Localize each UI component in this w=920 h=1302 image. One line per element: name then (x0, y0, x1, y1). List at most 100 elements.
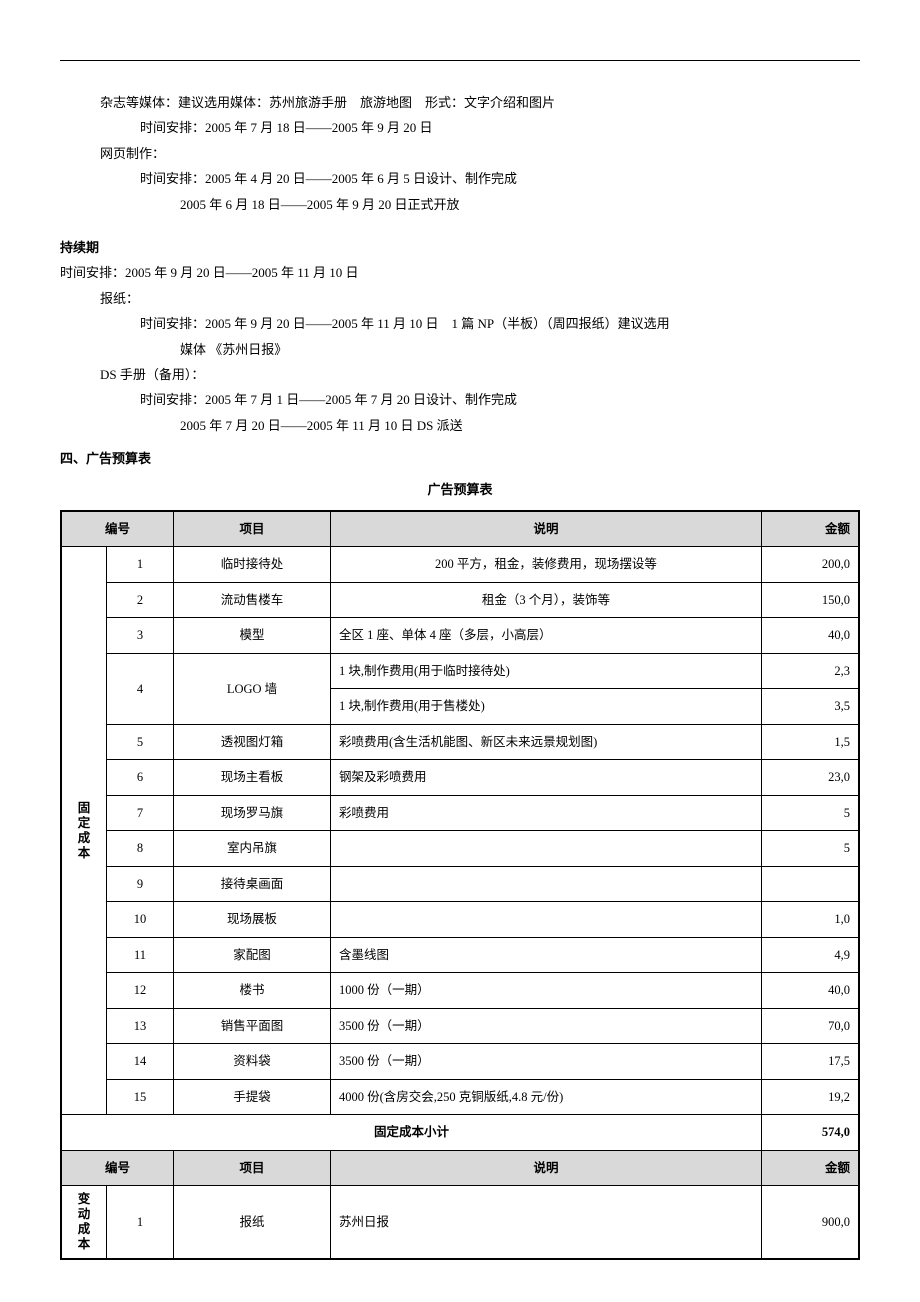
heading-sustain: 持续期 (60, 236, 860, 259)
text-line: 时间安排：2005 年 7 月 1 日——2005 年 7 月 20 日设计、制… (60, 388, 860, 411)
cell-item: 手提袋 (174, 1079, 331, 1115)
cell-amt: 1,5 (762, 724, 860, 760)
cell-id: 5 (107, 724, 174, 760)
cell-id: 11 (107, 937, 174, 973)
budget-table: 编号 项目 说明 金额 固定成本1临时接待处200 平方，租金，装修费用，现场摆… (60, 510, 860, 1261)
horizontal-rule (60, 60, 860, 61)
table-row: 10现场展板1,0 (61, 902, 859, 938)
table-title: 广告预算表 (60, 478, 860, 501)
cell-desc: 苏州日报 (331, 1186, 762, 1260)
cell-desc: 1 块,制作费用(用于售楼处) (331, 689, 762, 725)
cell-id: 6 (107, 760, 174, 796)
text-line: 时间安排：2005 年 9 月 20 日——2005 年 11 月 10 日 (60, 261, 860, 284)
cell-desc: 钢架及彩喷费用 (331, 760, 762, 796)
cell-item: 销售平面图 (174, 1008, 331, 1044)
cell-id: 1 (107, 547, 174, 583)
cell-desc (331, 866, 762, 902)
table-row: 11家配图含墨线图4,9 (61, 937, 859, 973)
cell-item: 透视图灯箱 (174, 724, 331, 760)
cell-item: 现场主看板 (174, 760, 331, 796)
text-line: 时间安排：2005 年 7 月 18 日——2005 年 9 月 20 日 (60, 116, 860, 139)
cell-amt: 70,0 (762, 1008, 860, 1044)
cell-desc: 含墨线图 (331, 937, 762, 973)
cell-amt: 2,3 (762, 653, 860, 689)
th-desc: 说明 (331, 511, 762, 547)
text-line: DS 手册（备用）： (60, 363, 860, 386)
cell-item: 现场罗马旗 (174, 795, 331, 831)
cell-item: 楼书 (174, 973, 331, 1009)
text-line: 媒体 《苏州日报》 (60, 338, 860, 361)
table-header-row-2: 编号 项目 说明 金额 (61, 1150, 859, 1186)
fixed-subtotal-label: 固定成本小计 (61, 1115, 762, 1151)
text-line: 网页制作： (60, 142, 860, 165)
cell-desc (331, 902, 762, 938)
cell-desc: 租金（3 个月），装饰等 (331, 582, 762, 618)
table-row: 7现场罗马旗彩喷费用5 (61, 795, 859, 831)
cell-amt: 40,0 (762, 973, 860, 1009)
cell-amt: 40,0 (762, 618, 860, 654)
cell-item: 室内吊旗 (174, 831, 331, 867)
cell-id: 13 (107, 1008, 174, 1044)
section-4-title: 四、广告预算表 (60, 447, 860, 470)
cell-id: 15 (107, 1079, 174, 1115)
th-item-2: 项目 (174, 1150, 331, 1186)
table-row: 固定成本1临时接待处200 平方，租金，装修费用，现场摆设等200,0 (61, 547, 859, 583)
cell-desc: 彩喷费用 (331, 795, 762, 831)
cell-item: 临时接待处 (174, 547, 331, 583)
table-row: 2流动售楼车租金（3 个月），装饰等150,0 (61, 582, 859, 618)
cell-id: 4 (107, 653, 174, 724)
cell-id: 1 (107, 1186, 174, 1260)
cell-id: 12 (107, 973, 174, 1009)
cell-amt: 5 (762, 831, 860, 867)
table-row: 9接待桌画面 (61, 866, 859, 902)
th-desc-2: 说明 (331, 1150, 762, 1186)
th-id: 编号 (61, 511, 174, 547)
cell-item: 流动售楼车 (174, 582, 331, 618)
cell-item: 接待桌画面 (174, 866, 331, 902)
cell-id: 3 (107, 618, 174, 654)
text-line: 时间安排：2005 年 4 月 20 日——2005 年 6 月 5 日设计、制… (60, 167, 860, 190)
table-row: 8室内吊旗 5 (61, 831, 859, 867)
cell-amt: 4,9 (762, 937, 860, 973)
cell-amt: 900,0 (762, 1186, 860, 1260)
table-header-row: 编号 项目 说明 金额 (61, 511, 859, 547)
cell-item: LOGO 墙 (174, 653, 331, 724)
cell-desc: 3500 份（一期） (331, 1044, 762, 1080)
table-row: 12楼书1000 份（一期）40,0 (61, 973, 859, 1009)
table-row: 6现场主看板钢架及彩喷费用23,0 (61, 760, 859, 796)
cell-item: 家配图 (174, 937, 331, 973)
table-row: 14资料袋3500 份（一期）17,5 (61, 1044, 859, 1080)
text-line: 杂志等媒体：建议选用媒体：苏州旅游手册 旅游地图 形式：文字介绍和图片 (60, 91, 860, 114)
cell-desc: 200 平方，租金，装修费用，现场摆设等 (331, 547, 762, 583)
cell-id: 7 (107, 795, 174, 831)
text-line: 报纸： (60, 287, 860, 310)
cell-id: 8 (107, 831, 174, 867)
th-amt-2: 金额 (762, 1150, 860, 1186)
cell-id: 2 (107, 582, 174, 618)
cell-item: 模型 (174, 618, 331, 654)
cell-amt: 3,5 (762, 689, 860, 725)
cell-id: 10 (107, 902, 174, 938)
cell-desc: 1000 份（一期） (331, 973, 762, 1009)
cell-amt: 150,0 (762, 582, 860, 618)
fixed-subtotal-amt: 574,0 (762, 1115, 860, 1151)
cell-desc: 1 块,制作费用(用于临时接待处) (331, 653, 762, 689)
text-line: 2005 年 6 月 18 日——2005 年 9 月 20 日正式开放 (60, 193, 860, 216)
cell-amt (762, 866, 860, 902)
cell-item: 现场展板 (174, 902, 331, 938)
th-item: 项目 (174, 511, 331, 547)
table-row: 3模型全区 1 座、单体 4 座（多层，小高层）40,0 (61, 618, 859, 654)
fixed-cost-label: 固定成本 (61, 547, 107, 1115)
cell-amt: 23,0 (762, 760, 860, 796)
table-row: 5透视图灯箱彩喷费用(含生活机能图、新区未来远景规划图)1,5 (61, 724, 859, 760)
cell-desc: 彩喷费用(含生活机能图、新区未来远景规划图) (331, 724, 762, 760)
table-row: 13销售平面图3500 份（一期）70,0 (61, 1008, 859, 1044)
table-row: 变动成本1报纸苏州日报900,0 (61, 1186, 859, 1260)
table-row: 4LOGO 墙1 块,制作费用(用于临时接待处)2,3 (61, 653, 859, 689)
cell-desc: 4000 份(含房交会,250 克铜版纸,4.8 元/份) (331, 1079, 762, 1115)
cell-amt: 5 (762, 795, 860, 831)
cell-id: 14 (107, 1044, 174, 1080)
table-row: 15手提袋4000 份(含房交会,250 克铜版纸,4.8 元/份)19,2 (61, 1079, 859, 1115)
cell-item: 资料袋 (174, 1044, 331, 1080)
th-amt: 金额 (762, 511, 860, 547)
